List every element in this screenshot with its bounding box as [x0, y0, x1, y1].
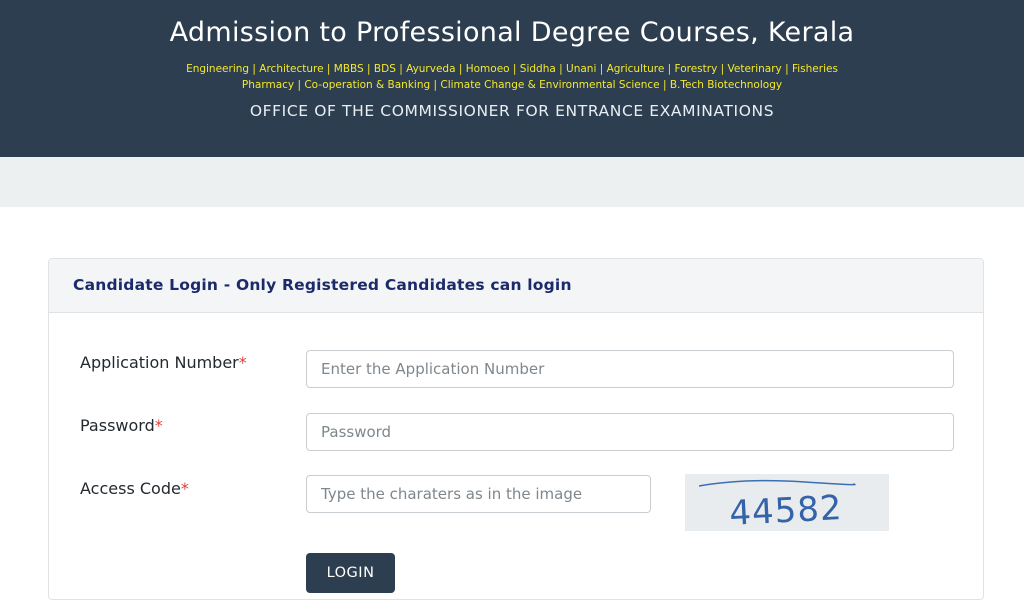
captcha-drawing: 44582 — [698, 479, 856, 534]
access-code-input[interactable] — [306, 475, 651, 513]
captcha-text: 44582 — [728, 488, 843, 531]
login-card: Candidate Login - Only Registered Candid… — [48, 258, 984, 600]
access-code-label: Access Code* — [80, 479, 189, 498]
password-label-text: Password — [80, 416, 155, 435]
courses-list-line1: Engineering | Architecture | MBBS | BDS … — [186, 63, 838, 75]
access-code-label-text: Access Code — [80, 479, 181, 498]
application-number-input[interactable] — [306, 350, 954, 388]
application-number-label: Application Number* — [80, 353, 247, 372]
office-name: OFFICE OF THE COMMISSIONER FOR ENTRANCE … — [249, 102, 775, 120]
application-number-label-text: Application Number — [80, 353, 239, 372]
password-input[interactable] — [306, 413, 954, 451]
password-label: Password* — [80, 416, 163, 435]
site-title: Admission to Professional Degree Courses… — [169, 17, 855, 48]
login-button[interactable]: LOGIN — [306, 553, 395, 593]
captcha-image: 44582 — [685, 474, 889, 534]
login-card-title: Candidate Login - Only Registered Candid… — [73, 276, 572, 294]
required-marker: * — [238, 353, 247, 372]
header-band — [0, 157, 1024, 207]
required-marker: * — [180, 479, 189, 498]
site-header: Admission to Professional Degree Courses… — [0, 0, 1024, 157]
required-marker: * — [154, 416, 163, 435]
courses-list-line2: Pharmacy | Co-operation & Banking | Clim… — [241, 79, 783, 91]
login-card-header: Candidate Login - Only Registered Candid… — [49, 259, 983, 313]
